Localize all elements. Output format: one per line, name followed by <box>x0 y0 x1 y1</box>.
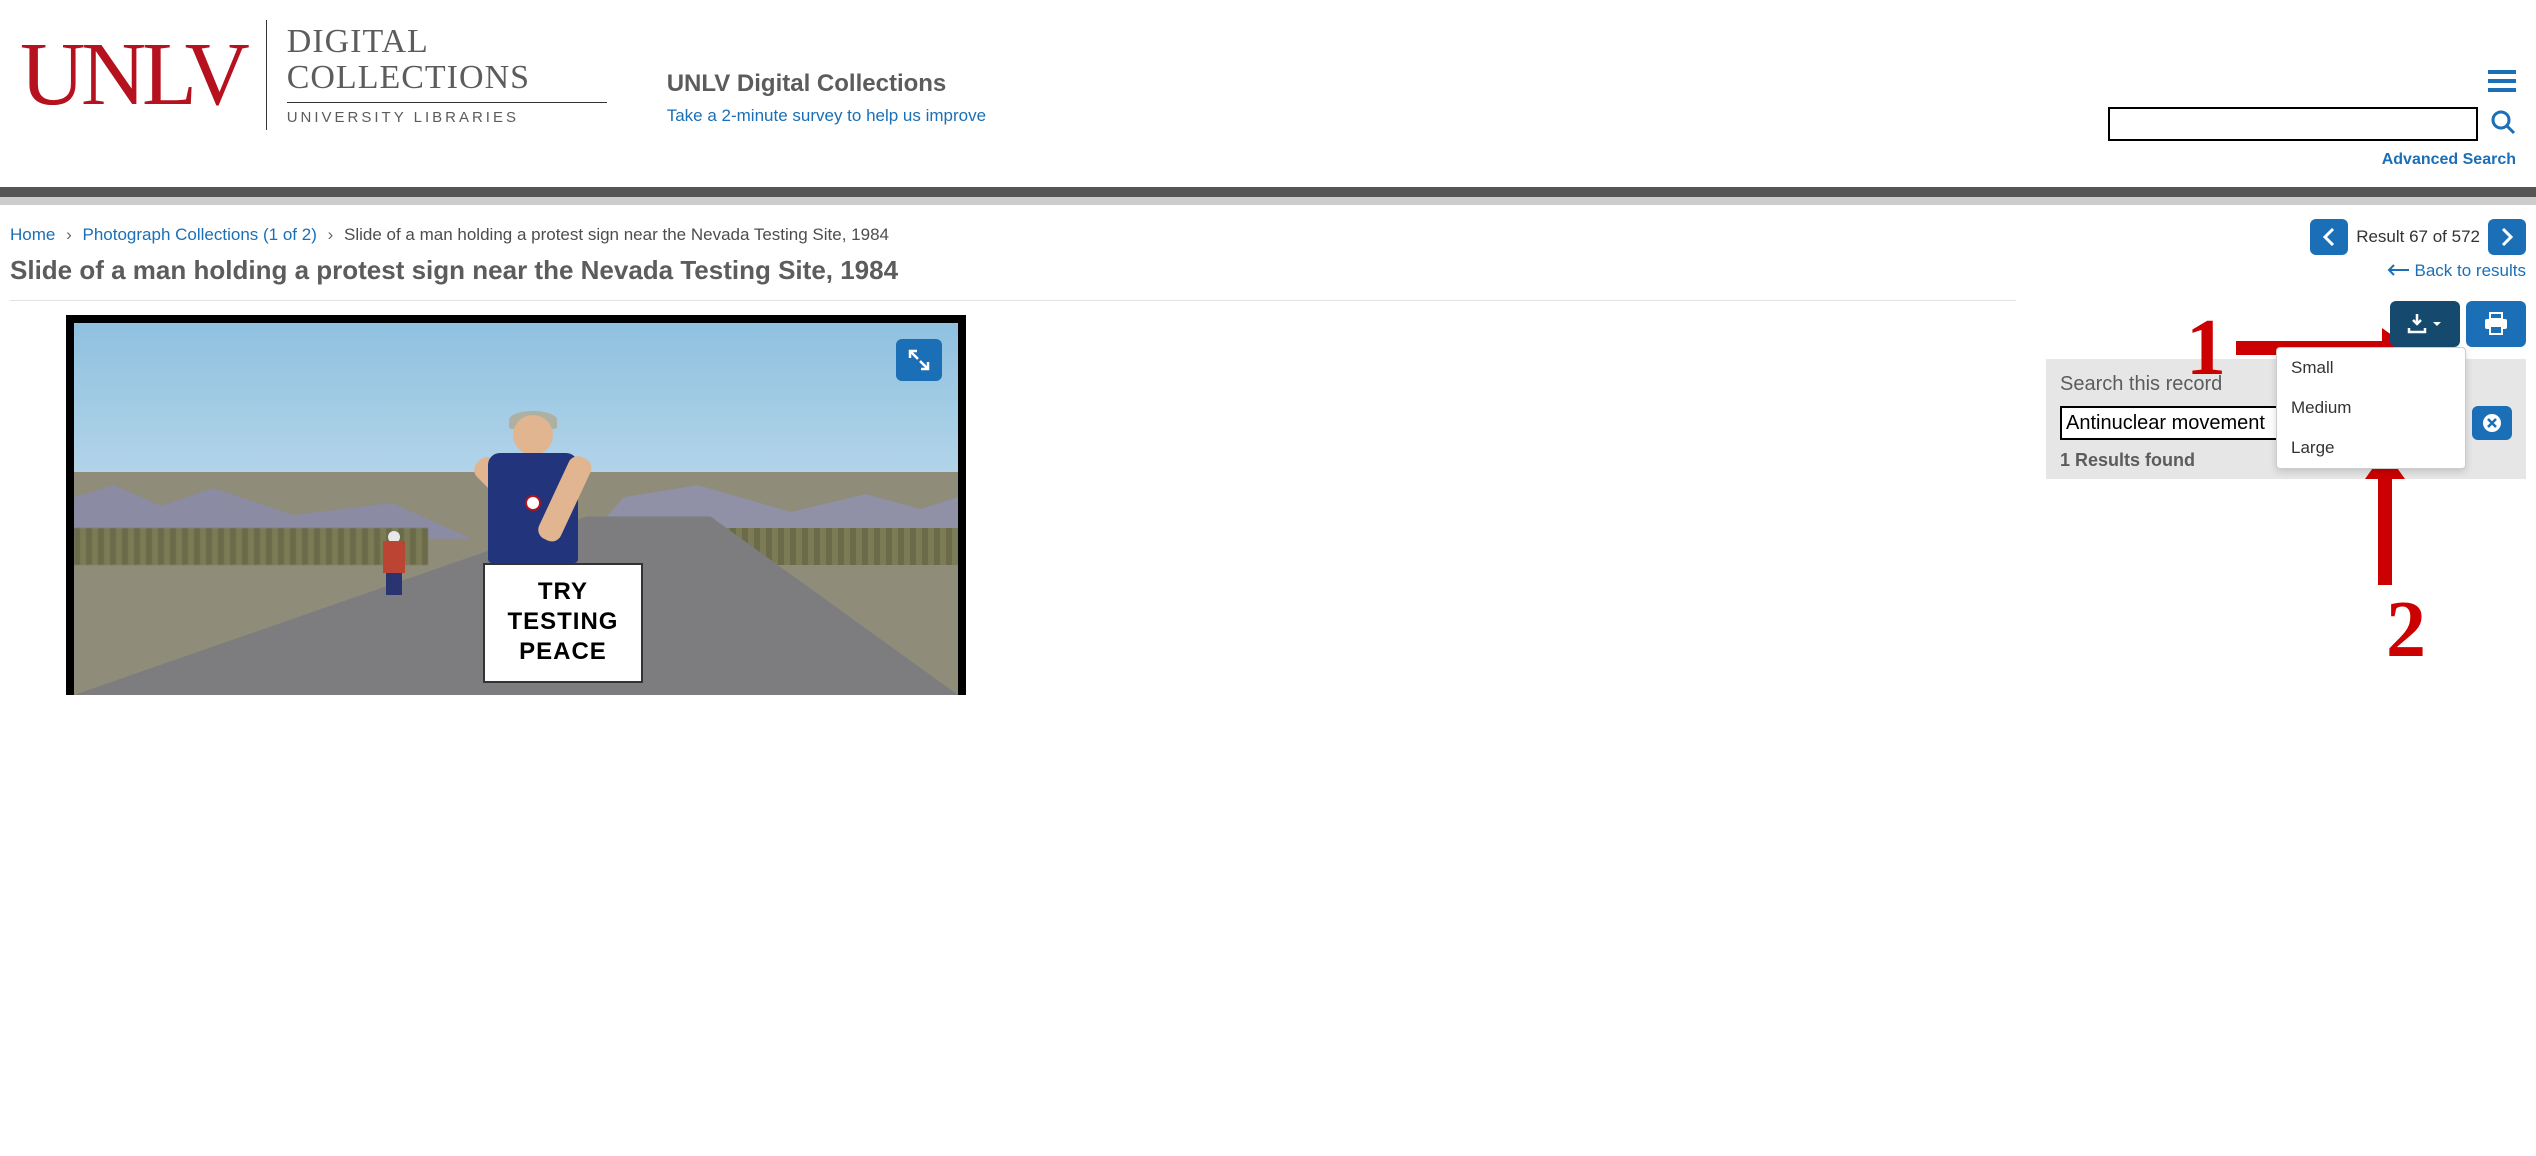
protest-sign: TRY TESTING PEACE <box>483 563 643 683</box>
breadcrumb: Home › Photograph Collections (1 of 2) ›… <box>10 215 2016 251</box>
unlv-wordmark: UNLV <box>20 39 246 111</box>
back-to-results-label: Back to results <box>2415 261 2527 281</box>
annotation-2-arrow <box>2378 475 2392 585</box>
breadcrumb-home[interactable]: Home <box>10 225 55 244</box>
site-title: UNLV Digital Collections <box>667 70 986 98</box>
logo-divider <box>266 20 267 130</box>
divider-bar-light <box>0 197 2536 205</box>
site-header: UNLV DIGITAL COLLECTIONS UNIVERSITY LIBR… <box>0 0 2536 169</box>
logo-hr <box>287 102 607 103</box>
expand-image-button[interactable] <box>896 339 942 381</box>
record-image[interactable]: TRY TESTING PEACE <box>66 315 966 695</box>
chevron-right-icon: › <box>66 225 72 244</box>
menu-icon[interactable] <box>2488 70 2516 97</box>
chevron-right-icon: › <box>328 225 334 244</box>
global-search-input[interactable] <box>2108 107 2478 141</box>
download-option-large[interactable]: Large <box>2277 428 2465 468</box>
logo-text-block: DIGITAL COLLECTIONS UNIVERSITY LIBRARIES <box>287 24 607 125</box>
man-with-sign: TRY TESTING PEACE <box>463 415 603 695</box>
site-title-block: UNLV Digital Collections Take a 2-minute… <box>667 70 986 126</box>
download-option-medium[interactable]: Medium <box>2277 388 2465 428</box>
header-right: Advanced Search <box>2108 70 2516 169</box>
download-dropdown: Small Medium Large <box>2276 347 2466 469</box>
logo-sub: UNIVERSITY LIBRARIES <box>287 109 607 126</box>
logo-line2: COLLECTIONS <box>287 60 607 96</box>
print-button[interactable] <box>2466 301 2526 347</box>
page-title: Slide of a man holding a protest sign ne… <box>10 251 2016 301</box>
nav-next-button[interactable] <box>2488 219 2526 255</box>
tool-row: Small Medium Large <box>2046 301 2526 347</box>
breadcrumb-collection[interactable]: Photograph Collections (1 of 2) <box>83 225 317 244</box>
logo-block[interactable]: UNLV DIGITAL COLLECTIONS UNIVERSITY LIBR… <box>20 20 607 130</box>
nav-prev-button[interactable] <box>2310 219 2348 255</box>
search-record-close-button[interactable] <box>2472 406 2512 440</box>
result-count: Result 67 of 572 <box>2356 227 2480 247</box>
survey-link[interactable]: Take a 2-minute survey to help us improv… <box>667 106 986 126</box>
advanced-search-link[interactable]: Advanced Search <box>2382 151 2516 169</box>
breadcrumb-current: Slide of a man holding a protest sign ne… <box>344 225 889 244</box>
download-button[interactable] <box>2390 301 2460 347</box>
annotation-2-number: 2 <box>2386 585 2426 676</box>
arrow-left-icon <box>2387 261 2409 281</box>
result-nav: Result 67 of 572 <box>2046 215 2526 259</box>
divider-bar-dark <box>0 187 2536 197</box>
search-icon[interactable] <box>2490 109 2516 140</box>
back-to-results-link[interactable]: Back to results <box>2046 259 2526 301</box>
logo-line1: DIGITAL <box>287 24 607 60</box>
download-option-small[interactable]: Small <box>2277 348 2465 388</box>
